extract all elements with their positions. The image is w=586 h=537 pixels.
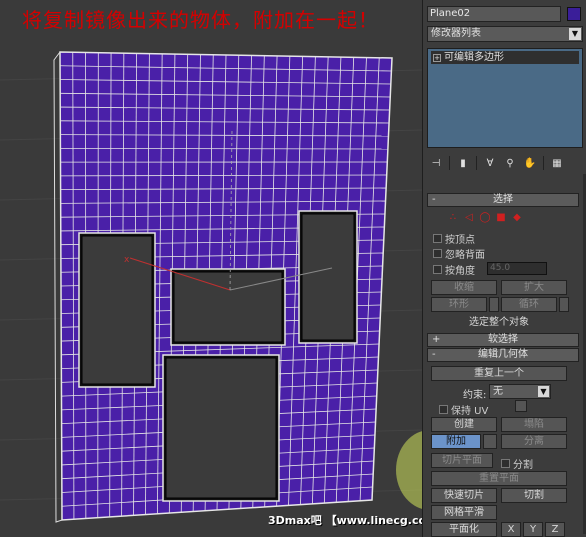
planar-z-button[interactable]: Z bbox=[545, 522, 565, 537]
toolbar-separator bbox=[476, 156, 477, 170]
planar-y-button[interactable]: Y bbox=[523, 522, 543, 537]
checkbox-box[interactable] bbox=[501, 459, 510, 468]
selection-status: 选定整个对象 bbox=[469, 317, 529, 328]
object-name-field[interactable]: Plane02 bbox=[427, 6, 561, 22]
stack-toolbar: ⊣ ▮ ∀ ⚲ ✋ ▦ bbox=[427, 154, 583, 172]
modifier-stack[interactable]: + 可编辑多边形 bbox=[427, 48, 583, 148]
ring-button[interactable]: 环形 bbox=[431, 297, 487, 312]
make-unique-icon[interactable]: ∀ bbox=[481, 155, 499, 171]
ignore-backfacing-checkbox[interactable]: 忽略背面 bbox=[433, 246, 485, 261]
show-end-result-icon[interactable]: ▮ bbox=[454, 155, 472, 171]
expand-icon: + bbox=[432, 334, 441, 345]
collapse-icon: - bbox=[432, 349, 436, 360]
soft-selection-rollout-header[interactable]: + 软选择 bbox=[427, 333, 579, 347]
collapse-button[interactable]: 塌陷 bbox=[501, 417, 567, 432]
perspective-viewport[interactable]: x 将复制镜像出来的物体，附加在一起！ 3Dmax吧 【www.linecg.c… bbox=[0, 0, 422, 537]
polygon-icon[interactable]: ■ bbox=[495, 212, 507, 224]
checkbox-label: 按顶点 bbox=[445, 235, 475, 246]
checkbox-box[interactable] bbox=[433, 249, 442, 258]
border-icon[interactable]: ◯ bbox=[479, 212, 491, 224]
modifier-list-dropdown[interactable]: 修改器列表 ▼ bbox=[427, 26, 583, 42]
x-axis-label: x bbox=[124, 255, 130, 265]
cut-button[interactable]: 切割 bbox=[501, 488, 567, 503]
remove-modifier-icon[interactable]: ⚲ bbox=[501, 155, 519, 171]
split-checkbox[interactable]: 分割 bbox=[501, 456, 533, 471]
object-color-swatch[interactable] bbox=[567, 7, 581, 21]
attach-button[interactable]: 附加 bbox=[431, 434, 481, 449]
repeat-last-button[interactable]: 重复上一个 bbox=[431, 366, 567, 381]
checkbox-label: 忽略背面 bbox=[445, 250, 485, 261]
watermark: 3Dmax吧 【www.linecg.com/tieba/1771】 bbox=[268, 514, 422, 527]
window-opening bbox=[81, 235, 153, 385]
checkbox-box[interactable] bbox=[433, 265, 442, 274]
modifier-list-label: 修改器列表 bbox=[431, 28, 481, 39]
constraints-dropdown[interactable]: 无 ▼ bbox=[489, 384, 551, 399]
command-panel: Plane02 修改器列表 ▼ + 可编辑多边形 ⊣ ▮ ∀ ⚲ ✋ ▦ - 选择… bbox=[422, 0, 586, 537]
stack-item-label: 可编辑多边形 bbox=[444, 52, 504, 63]
window-opening bbox=[301, 213, 355, 341]
by-vertex-checkbox[interactable]: 按顶点 bbox=[433, 231, 475, 246]
create-button[interactable]: 创建 bbox=[431, 417, 497, 432]
attach-list-button[interactable] bbox=[483, 434, 497, 449]
mesh-canvas[interactable]: x bbox=[0, 0, 422, 537]
checkbox-box[interactable] bbox=[433, 234, 442, 243]
selection-title: 选择 bbox=[493, 194, 513, 205]
checkbox-label: 保持 UV bbox=[451, 406, 489, 417]
element-icon[interactable]: ◆ bbox=[511, 212, 523, 224]
slice-plane-button[interactable]: 切片平面 bbox=[431, 453, 493, 468]
expand-icon[interactable]: + bbox=[433, 54, 441, 62]
meshsmooth-button[interactable]: 网格平滑 bbox=[431, 505, 497, 520]
constraints-label: 约束: bbox=[463, 390, 487, 401]
shrink-button[interactable]: 收缩 bbox=[431, 280, 497, 295]
loop-button[interactable]: 循环 bbox=[501, 297, 557, 312]
soft-selection-title: 软选择 bbox=[488, 334, 518, 345]
vertex-icon[interactable]: ∴ bbox=[447, 212, 459, 224]
subobject-level-icons: ∴ ◁ ◯ ■ ◆ bbox=[447, 212, 523, 224]
constraints-value: 无 bbox=[493, 386, 503, 397]
grow-button[interactable]: 扩大 bbox=[501, 280, 567, 295]
edge-icon[interactable]: ◁ bbox=[463, 212, 475, 224]
pin-stack-icon[interactable]: ⊣ bbox=[427, 155, 445, 171]
checkbox-box[interactable] bbox=[439, 405, 448, 414]
preserve-uv-settings-button[interactable] bbox=[515, 400, 527, 412]
edit-geometry-rollout-header[interactable]: - 编辑几何体 bbox=[427, 348, 579, 362]
tutorial-caption: 将复制镜像出来的物体，附加在一起！ bbox=[22, 8, 379, 32]
checkbox-label: 按角度 bbox=[445, 266, 475, 277]
quickslice-button[interactable]: 快速切片 bbox=[431, 488, 497, 503]
angle-spinner[interactable]: 45.0 bbox=[487, 262, 547, 275]
configure-sets-icon[interactable]: ✋ bbox=[521, 155, 539, 171]
toolbar-separator bbox=[449, 156, 450, 170]
by-angle-checkbox[interactable]: 按角度 bbox=[433, 262, 475, 277]
window-opening bbox=[165, 357, 277, 499]
chevron-down-icon[interactable]: ▼ bbox=[538, 386, 549, 397]
ring-spinner[interactable] bbox=[489, 297, 499, 312]
stack-item-editable-poly[interactable]: + 可编辑多边形 bbox=[431, 51, 579, 64]
make-planar-button[interactable]: 平面化 bbox=[431, 522, 497, 537]
toolbar-separator bbox=[543, 156, 544, 170]
object-name-row: Plane02 bbox=[427, 6, 583, 22]
logo-watermark bbox=[396, 431, 422, 509]
checkbox-label: 分割 bbox=[513, 460, 533, 471]
loop-spinner[interactable] bbox=[559, 297, 569, 312]
selection-rollout-header[interactable]: - 选择 bbox=[427, 193, 579, 207]
configure-modifier-sets-icon[interactable]: ▦ bbox=[548, 155, 566, 171]
collapse-icon: - bbox=[432, 194, 436, 205]
preserve-uv-checkbox[interactable]: 保持 UV bbox=[439, 402, 488, 417]
detach-button[interactable]: 分离 bbox=[501, 434, 567, 449]
reset-plane-button[interactable]: 重置平面 bbox=[431, 471, 567, 486]
edit-geometry-title: 编辑几何体 bbox=[478, 349, 528, 360]
planar-x-button[interactable]: X bbox=[501, 522, 521, 537]
chevron-down-icon[interactable]: ▼ bbox=[569, 28, 581, 40]
